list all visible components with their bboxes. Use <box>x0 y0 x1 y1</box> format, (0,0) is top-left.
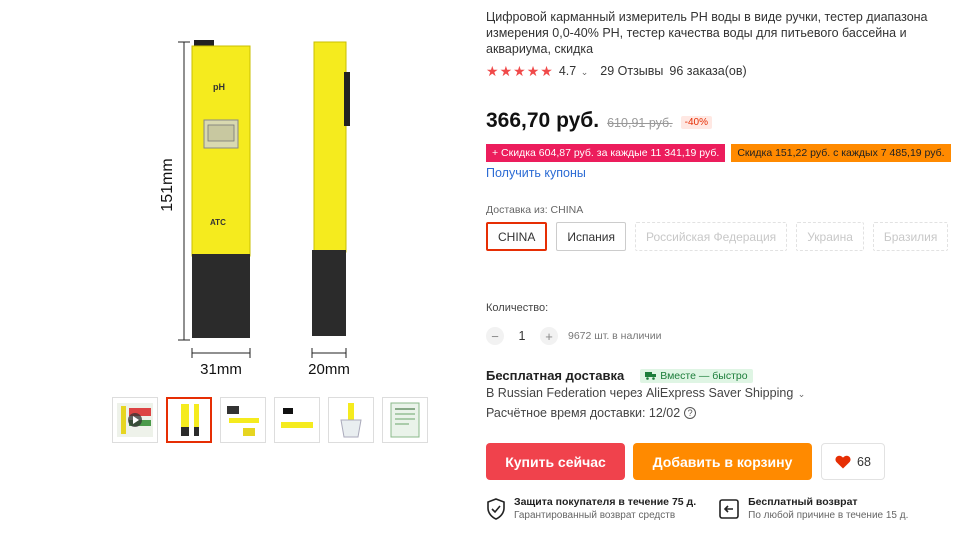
shield-check-icon <box>487 498 505 520</box>
help-icon[interactable]: ? <box>684 407 697 419</box>
delivery-method[interactable]: В Russian Federation через AliExpress Sa… <box>486 386 805 400</box>
ship-from-label-text: Доставка из: <box>486 204 548 216</box>
thumbnail-image <box>181 404 199 436</box>
ship-from-option-russia[interactable]: Российская Федерация <box>634 222 788 251</box>
ship-from-option-spain[interactable]: Испания <box>556 222 626 251</box>
buy-now-button[interactable]: Купить сейчас <box>486 443 625 480</box>
quantity-label: Количество: <box>486 302 549 314</box>
rating-row: ★ ★ ★ ★ ★ 4.7 ⌄ 29 Отзывы 96 заказа(ов) <box>486 64 747 78</box>
star-icon: ★ <box>499 63 513 79</box>
promo-row: + Скидка 604,87 руб. за каждые 11 341,19… <box>486 144 951 162</box>
add-to-cart-button[interactable]: Добавить в корзину <box>633 443 812 480</box>
rating-number: 4.7 <box>558 64 577 78</box>
truck-icon <box>645 372 657 380</box>
ship-from-options: CHINA Испания Российская Федерация Украи… <box>486 222 952 251</box>
device-label-atc: ATC <box>210 218 226 227</box>
star-icon: ★ <box>540 63 553 79</box>
buyer-protection: Защита покупателя в течение 75 д. Гарант… <box>486 496 696 522</box>
chevron-down-icon: ⌄ <box>795 389 806 399</box>
orders-count: 96 заказа(ов) <box>669 64 747 78</box>
quantity-stepper: − 1 + 9672 шт. в наличии <box>486 327 662 345</box>
thumbnail-5[interactable] <box>328 397 374 443</box>
thumbnail-4[interactable] <box>274 397 320 443</box>
guarantees: Защита покупателя в течение 75 д. Гарант… <box>486 496 908 522</box>
delivery-title: Бесплатная доставка <box>486 368 625 383</box>
quantity-increase-button[interactable]: + <box>540 327 558 345</box>
ph-meter-illustration: 151mm pH ATC 31mm 20mm <box>159 40 350 378</box>
thumbnail-image <box>227 406 259 436</box>
combined-delivery-badge-text: Вместе — быстро <box>660 369 748 382</box>
thumbnail-3[interactable] <box>220 397 266 443</box>
delivery-estimate: Расчётное время доставки: 12/02 ? <box>486 406 697 420</box>
main-product-image[interactable]: 151mm pH ATC 31mm 20mm <box>100 20 450 390</box>
discount-badge: -40% <box>680 116 713 129</box>
delivery-method-text: В Russian Federation через AliExpress Sa… <box>486 386 794 400</box>
star-icon: ★ <box>513 63 526 79</box>
star-icon: ★ <box>526 63 540 79</box>
ship-from-option-ukraine[interactable]: Украина <box>796 222 864 251</box>
thumbnail-2[interactable] <box>166 397 212 443</box>
thumbnail-6[interactable] <box>382 397 428 443</box>
get-coupons-link[interactable]: Получить купоны <box>486 166 586 180</box>
current-price: 366,70 руб. <box>486 109 600 132</box>
ship-from-selected: CHINA <box>550 204 584 216</box>
wishlist-button[interactable]: 68 <box>821 443 885 480</box>
rating-stars: ★ ★ ★ ★ ★ <box>486 64 553 78</box>
thumbnail-strip <box>112 397 428 443</box>
star-icon: ★ <box>486 63 499 79</box>
quantity-input[interactable]: 1 <box>504 329 540 343</box>
return-box-icon <box>719 499 739 519</box>
thumbnail-image <box>117 403 153 437</box>
product-gallery: 151mm pH ATC 31mm 20mm <box>100 0 450 534</box>
buyer-protection-subtitle: Гарантированный возврат средств <box>514 510 676 521</box>
quantity-decrease-button[interactable]: − <box>486 327 504 345</box>
stock-count: 9672 шт. в наличии <box>568 330 662 342</box>
reviews-link[interactable]: 29 Отзывы <box>600 64 663 78</box>
buyer-protection-title: Защита покупателя в течение 75 д. <box>514 496 697 508</box>
ship-from-option-china[interactable]: CHINA <box>486 222 548 251</box>
price-row: 366,70 руб. 610,91 руб. -40% <box>486 109 713 133</box>
ship-from-option-brazil[interactable]: Бразилия <box>872 222 949 251</box>
thumbnail-image <box>340 403 362 438</box>
action-buttons: Купить сейчас Добавить в корзину 68 <box>486 443 885 480</box>
free-return-title: Бесплатный возврат <box>748 496 858 508</box>
old-price: 610,91 руб. <box>607 116 673 130</box>
store-promo-badge[interactable]: + Скидка 604,87 руб. за каждые 11 341,19… <box>486 144 726 162</box>
product-title: Цифровой карманный измеритель PH воды в … <box>486 10 928 56</box>
chevron-down-icon: ⌄ <box>578 67 589 77</box>
height-label: 151mm <box>159 158 176 211</box>
thumbnail-image <box>281 408 313 428</box>
free-return: Бесплатный возврат По любой причине в те… <box>718 496 908 522</box>
delivery-estimate-text: Расчётное время доставки: 12/02 <box>486 406 681 420</box>
combined-delivery-badge: Вместе — быстро <box>640 368 753 383</box>
width-label: 31mm <box>200 361 242 378</box>
heart-icon <box>835 455 851 468</box>
thumbnail-image <box>390 402 420 438</box>
thumbnail-1[interactable] <box>112 397 158 443</box>
wishlist-count: 68 <box>857 454 871 469</box>
seller-promo-badge[interactable]: Скидка 151,22 руб. с каждых 7 485,19 руб… <box>731 144 951 162</box>
delivery-header: Бесплатная доставка Вместе — быстро <box>486 368 753 383</box>
free-return-subtitle: По любой причине в течение 15 д. <box>748 510 909 521</box>
ship-from-label: Доставка из: CHINA <box>486 204 583 216</box>
device-label-ph: pH <box>213 82 225 92</box>
rating-value[interactable]: 4.7 ⌄ <box>559 64 588 78</box>
depth-label: 20mm <box>308 361 350 378</box>
